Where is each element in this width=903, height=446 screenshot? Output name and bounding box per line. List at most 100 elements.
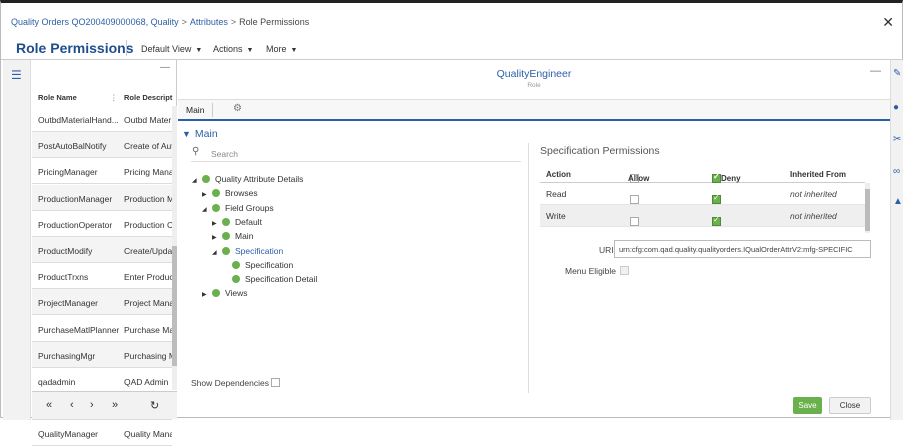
role-name-cell: qadadmin: [38, 377, 76, 387]
tree-search[interactable]: ⚲ Search: [191, 146, 521, 162]
allow-label: Allow: [628, 174, 650, 183]
show-dependencies-checkbox[interactable]: [270, 378, 280, 387]
tree-node[interactable]: Specification: [222, 260, 293, 270]
default-view-label: Default View: [141, 44, 192, 54]
default-view-menu[interactable]: Default View ▼: [141, 44, 202, 54]
deny-label: Deny: [721, 174, 741, 183]
deny-checkbox[interactable]: [710, 211, 721, 226]
comment-icon[interactable]: ●: [893, 102, 899, 113]
close-icon[interactable]: ✕: [882, 14, 894, 31]
list-view-icon[interactable]: ☰: [11, 68, 22, 82]
tree-node[interactable]: ◢ Specification: [212, 246, 283, 256]
tree-node[interactable]: ◢ Quality Attribute Details: [192, 174, 303, 184]
tree-node[interactable]: ▶ Browses: [202, 188, 258, 198]
menu-eligible-checkbox[interactable]: [620, 266, 630, 275]
table-row[interactable]: ProductionOperator Production C: [32, 210, 172, 237]
expand-toggle-icon[interactable]: ▶: [202, 291, 212, 298]
table-row[interactable]: ProjectManager Project Mana: [32, 289, 172, 316]
table-row[interactable]: ProductTrxns Enter Produc: [32, 263, 172, 290]
deny-checkbox-box[interactable]: [712, 193, 721, 204]
status-dot-icon: [202, 175, 210, 183]
role-name-cell: QualityManager: [38, 429, 99, 440]
tree-node-label: Specification Detail: [245, 274, 318, 285]
column-menu-icon[interactable]: ⋮: [110, 93, 118, 102]
expand-toggle-icon[interactable]: ◢: [212, 249, 222, 256]
column-role-description[interactable]: Role Descript: [124, 93, 172, 102]
warning-icon[interactable]: ▲: [893, 196, 903, 207]
expand-toggle-icon[interactable]: ▶: [202, 191, 212, 198]
permissions-scrollbar-thumb[interactable]: [865, 189, 870, 231]
uri-field[interactable]: urn:cfg:com.qad.quality.qualityorders.IQ…: [614, 240, 871, 258]
actions-menu[interactable]: Actions ▼: [213, 44, 253, 54]
chevron-down-icon: ▼: [182, 129, 191, 139]
roles-table-header: Role Name ⋮ Role Descript: [32, 86, 177, 106]
roles-scrollbar-thumb[interactable]: [172, 246, 177, 366]
expand-toggle-icon[interactable]: ▶: [212, 220, 222, 227]
deny-all-checkbox[interactable]: [712, 172, 721, 183]
tree-node[interactable]: ▶ Views: [202, 288, 248, 298]
last-page-icon[interactable]: »: [112, 399, 118, 411]
status-dot-icon: [212, 289, 220, 298]
tree-node[interactable]: ▶ Default: [212, 217, 262, 227]
detail-tabs: Main ⚙: [178, 100, 890, 121]
table-row[interactable]: ProductModify Create/Upda: [32, 237, 172, 263]
column-role-name[interactable]: Role Name: [38, 93, 77, 102]
main-section-toggle[interactable]: ▼ Main: [182, 128, 218, 140]
attachment-icon[interactable]: ✂: [893, 134, 901, 145]
chevron-down-icon: ▼: [290, 47, 298, 54]
tree-node-label: Field Groups: [225, 202, 274, 213]
close-button[interactable]: Close: [829, 397, 871, 414]
gear-icon[interactable]: ⚙: [233, 103, 242, 114]
tree-node[interactable]: ◢ Field Groups: [202, 203, 274, 213]
tree-node-label: Specification: [235, 245, 284, 256]
role-description-cell: Create/Upda: [124, 246, 172, 256]
deny-checkbox-box[interactable]: [712, 215, 721, 226]
table-row[interactable]: PricingManager Pricing Mana: [32, 158, 172, 185]
action-cell: Read: [546, 189, 567, 199]
role-description-cell: Production C: [124, 219, 172, 230]
table-row[interactable]: PurchaseMatlPlanner Purchase Ma: [32, 315, 172, 342]
table-row[interactable]: PurchasingMgr Purchasing M: [32, 341, 172, 368]
deny-checkbox[interactable]: [710, 189, 721, 204]
first-page-icon[interactable]: «: [46, 399, 52, 411]
table-row[interactable]: ProductionManager Production M: [32, 184, 172, 211]
breadcrumb-order-link[interactable]: Quality Orders QO200409000068, Quality: [11, 17, 179, 27]
expand-toggle-icon[interactable]: ◢: [202, 206, 212, 213]
table-row[interactable]: QualityManager Quality Mana: [32, 420, 172, 446]
show-dependencies[interactable]: Show Dependencies: [191, 378, 280, 388]
chevron-down-icon: ▼: [195, 47, 203, 54]
role-description-cell: Create of Aut: [124, 141, 172, 152]
expand-toggle-icon[interactable]: ▶: [212, 234, 222, 241]
link-icon[interactable]: ∞: [893, 166, 900, 177]
roles-list: — Role Name ⋮ Role Descript OutbdMateria…: [32, 60, 177, 446]
table-row[interactable]: OutbdMaterialHand... Outbd Mater: [32, 106, 172, 132]
table-row[interactable]: PostAutoBalNotify Create of Aut: [32, 132, 172, 159]
breadcrumb-attributes-link[interactable]: Attributes: [190, 17, 228, 27]
search-input[interactable]: Search: [211, 149, 238, 159]
status-dot-icon: [222, 217, 230, 226]
tab-main[interactable]: Main: [186, 105, 204, 115]
save-button[interactable]: Save: [793, 397, 822, 414]
show-dependencies-label: Show Dependencies: [191, 378, 269, 388]
menu-eligible-label: Menu Eligible: [565, 266, 617, 276]
tree-node[interactable]: ▶ Main: [212, 231, 253, 241]
chevron-down-icon: ▼: [246, 47, 254, 54]
role-name-cell: ProductModify: [38, 246, 93, 256]
role-description-cell: Pricing Mana: [124, 167, 172, 178]
allow-checkbox-box[interactable]: [630, 217, 639, 226]
tree-node-label: Default: [235, 216, 262, 227]
prev-page-icon[interactable]: ‹: [70, 399, 74, 411]
tree-node[interactable]: Specification Detail: [222, 274, 317, 284]
refresh-icon[interactable]: ↻: [150, 399, 159, 412]
role-name-cell: PurchaseMatlPlanner: [38, 324, 120, 335]
expand-toggle-icon[interactable]: ◢: [192, 177, 202, 184]
allow-checkbox-box[interactable]: [630, 195, 639, 204]
role-description-cell: Production M: [124, 193, 172, 204]
collapse-list-icon[interactable]: —: [160, 62, 170, 73]
edit-icon[interactable]: ✎: [893, 68, 901, 79]
collapse-detail-icon[interactable]: —: [870, 65, 881, 77]
role-detail-header: QualityEngineer Role —: [178, 60, 890, 100]
more-menu[interactable]: More ▼: [266, 44, 297, 54]
next-page-icon[interactable]: ›: [90, 399, 94, 411]
column-deny[interactable]: Deny: [710, 170, 741, 183]
